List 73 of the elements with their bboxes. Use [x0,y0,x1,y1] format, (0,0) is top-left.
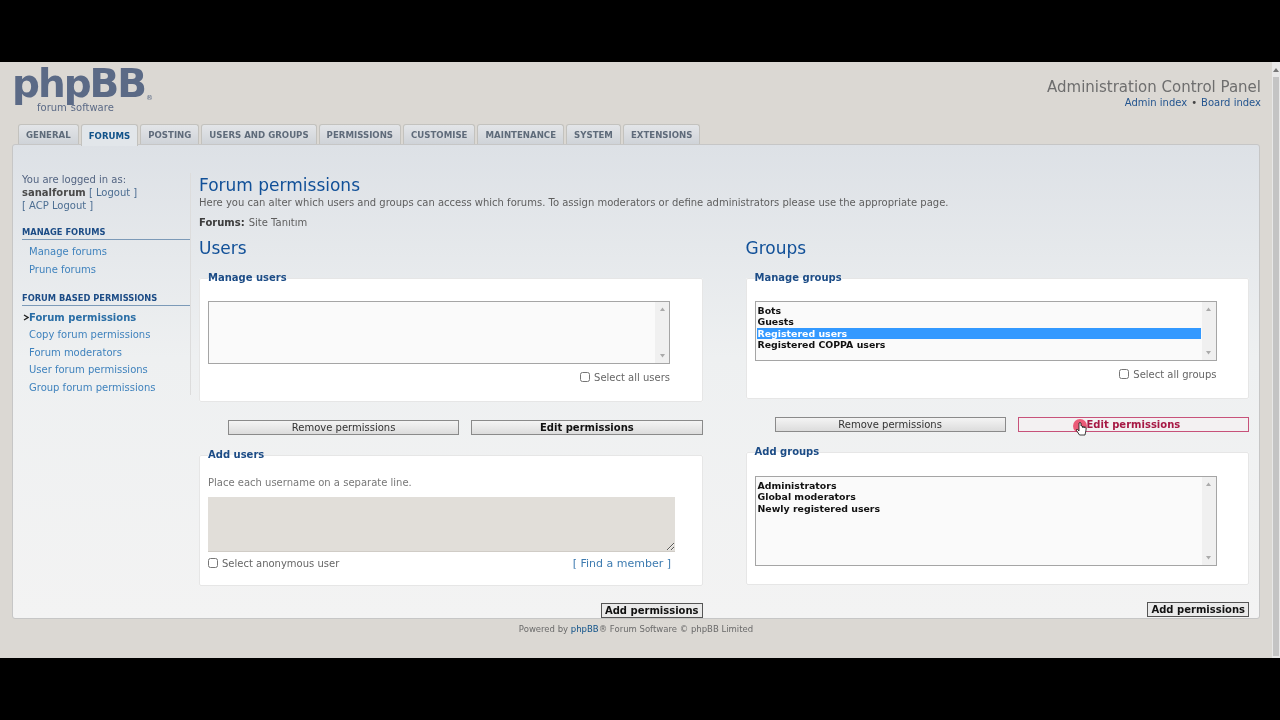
menu-item[interactable]: Group forum permissions [29,381,156,393]
page-description: Here you can alter which users and groups can access which forums. To assign moderators or define administrators please use the appropriate page. [199,196,950,210]
header-link[interactable]: Admin index [1124,97,1188,108]
scroll-down-icon [1205,555,1212,561]
checkbox[interactable] [1119,369,1130,379]
footer-text: Powered by phpBB® Forum Software © phpBB Limited [517,624,755,634]
tab[interactable]: POSTING [140,124,200,144]
logo-tagline: software [70,103,114,113]
panel-legend: Manage groups [754,272,842,284]
footer-link[interactable]: phpBB [570,624,599,634]
menu-item[interactable]: User forum permissions [29,364,148,376]
list-option[interactable]: Registered users [756,327,1201,340]
checkbox-label: Select all users [594,371,670,383]
checkbox[interactable] [208,558,218,568]
separator: • [1191,97,1198,108]
logout-link[interactable]: [ Logout ] [88,187,138,198]
menu-item[interactable]: Forum moderators [29,346,122,358]
login-label: You are logged in as: [22,173,128,186]
tab[interactable]: MAINTENANCE [477,124,565,144]
usernames-field[interactable] [208,497,675,552]
tab[interactable]: EXTENSIONS [622,124,701,144]
scroll-up-icon [658,306,666,312]
menu-item[interactable]: Manage forums [29,246,107,258]
login-user-line: sanalforum [ Logout ] [22,186,139,199]
list-option[interactable]: Registered COPPA users [756,339,1201,351]
forums-label: Forums: [199,216,245,230]
logo-tagline: forum [37,103,67,113]
remove-button[interactable]: Remove permissions [774,417,1006,432]
list-option[interactable]: Guests [756,316,1201,328]
tab[interactable]: PERMISSIONS [318,124,402,144]
edit-button[interactable]: Edit permissions [471,420,703,435]
scroll-up-icon [1272,66,1280,74]
panel-legend: Add users [208,449,265,461]
tab[interactable]: CUSTOMISE [403,124,476,144]
menu-section-title: MANAGE FORUMS [22,227,190,240]
list-option[interactable]: Newly registered users [756,502,1201,515]
scroll-up-icon [1205,306,1212,312]
menu-item[interactable]: Prune forums [29,263,96,275]
section-heading: Groups [745,238,808,258]
acp-logout-link[interactable]: [ ACP Logout ] [22,199,190,212]
list-box[interactable]: Bots Guests Registered users Registered COPPA users [754,301,1217,361]
forums-value: Site Tanıtım [248,216,308,230]
checkbox-label: Select all groups [1133,368,1217,380]
add-permissions-button[interactable]: Add permissions [600,603,703,618]
remove-button[interactable]: Remove permissions [228,420,460,435]
list-option[interactable]: Bots [756,305,1201,317]
tab[interactable]: FORUMS [80,124,139,146]
add-permissions-button[interactable]: Add permissions [1147,602,1249,617]
list-box[interactable]: Administrators Global moderators Newly registered users [754,476,1217,566]
scrollbar[interactable] [1272,62,1280,658]
tab[interactable]: SYSTEM [566,124,621,144]
scroll-up-icon [1205,481,1212,487]
list-option[interactable]: Administrators [756,480,1201,492]
menu-section-title: FORUM BASED PERMISSIONS [22,292,190,306]
section-heading: Users [199,238,248,258]
page-title: Forum permissions [199,175,361,195]
panel-legend: Add groups [754,446,820,458]
panel-title: Administration Control Panel [1047,78,1261,96]
scroll-down-icon [658,353,666,359]
menu-item[interactable]: Forum permissions [29,311,137,323]
field-hint: Place each username on a separate line. [208,476,413,490]
tab[interactable]: USERS AND GROUPS [201,124,317,144]
header-link[interactable]: Board index [1201,97,1261,108]
checkbox[interactable] [580,372,591,382]
list-option[interactable]: Global moderators [756,491,1201,503]
panel-legend: Manage users [208,272,287,284]
tab[interactable]: GENERAL [18,124,79,144]
scroll-down-icon [1205,350,1212,356]
menu-item[interactable]: Copy forum permissions [29,329,151,341]
edit-button[interactable]: Edit permissions [1017,417,1249,432]
list-box[interactable] [208,301,670,364]
find-member-link[interactable]: [ Find a member ] [572,556,671,570]
checkbox-label: Select anonymous user [222,557,340,569]
